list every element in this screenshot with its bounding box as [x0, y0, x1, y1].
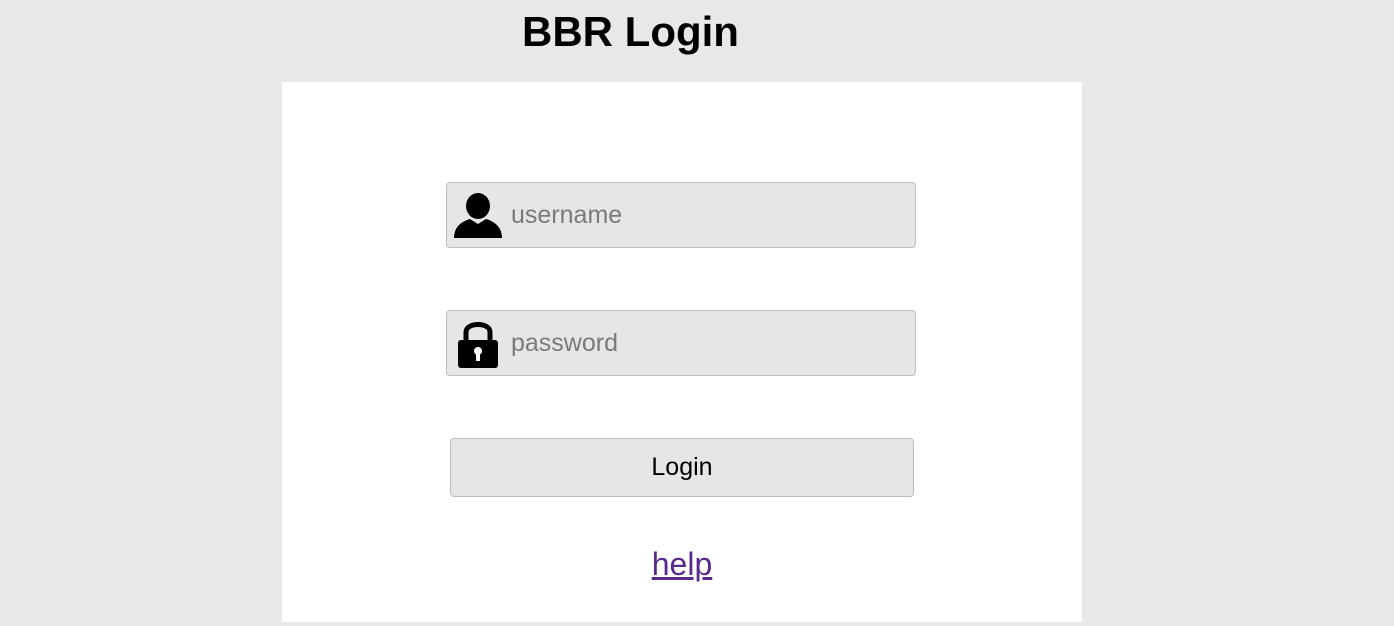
username-input[interactable] — [511, 183, 907, 247]
password-field[interactable] — [446, 310, 916, 376]
password-input[interactable] — [511, 311, 907, 375]
help-link[interactable]: help — [652, 546, 713, 582]
user-icon — [453, 190, 503, 240]
login-button[interactable]: Login — [450, 438, 914, 497]
username-field[interactable] — [446, 182, 916, 248]
help-link-container: help — [282, 544, 1082, 584]
lock-icon — [453, 318, 503, 368]
login-panel: Login help — [282, 82, 1082, 622]
page-title: BBR Login — [522, 8, 739, 55]
